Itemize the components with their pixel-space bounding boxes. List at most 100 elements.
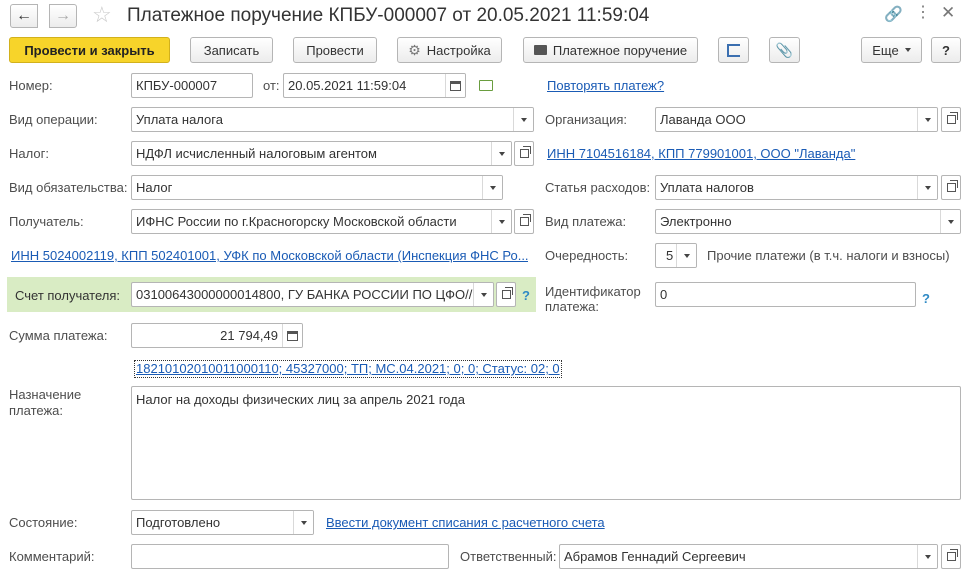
arrow-right-icon: →	[55, 7, 71, 24]
operation-field[interactable]: Уплата налога	[131, 107, 534, 132]
open-icon	[519, 146, 531, 158]
priority-label: Очередность:	[545, 248, 629, 263]
calculator-button[interactable]	[282, 324, 302, 347]
date-field[interactable]: 20.05.2021 11:59:04	[283, 73, 466, 98]
account-dropdown[interactable]	[473, 283, 493, 306]
write-button[interactable]: Записать	[190, 37, 273, 63]
priority-value: 5	[666, 248, 674, 263]
status-field[interactable]: Подготовлено	[131, 510, 314, 535]
responsible-label: Ответственный:	[460, 549, 557, 564]
status-dropdown[interactable]	[293, 511, 313, 534]
more-button[interactable]: Еще	[861, 37, 922, 63]
open-icon	[946, 549, 958, 561]
chevron-down-icon	[498, 219, 505, 224]
responsible-value: Абрамов Геннадий Сергеевич	[564, 549, 746, 564]
account-open-button[interactable]	[496, 282, 516, 307]
forward-button[interactable]: →	[49, 4, 77, 28]
priority-field[interactable]: 5	[655, 243, 697, 268]
window-title: Платежное поручение КПБУ-000007 от 20.05…	[127, 5, 650, 26]
obligation-dropdown[interactable]	[482, 176, 502, 199]
obligation-field[interactable]: Налог	[131, 175, 503, 200]
date-label: от:	[263, 78, 280, 93]
payment-type-dropdown[interactable]	[940, 210, 960, 233]
gear-icon: ⚙	[408, 41, 421, 58]
recipient-inn-link[interactable]: ИНН 5024002119, КПП 502401001, УФК по Мо…	[11, 248, 528, 264]
tax-dropdown[interactable]	[491, 142, 511, 165]
operation-dropdown[interactable]	[513, 108, 533, 131]
tax-value: НДФЛ исчисленный налоговым агентом	[136, 146, 377, 161]
expense-value: Уплата налогов	[660, 180, 754, 195]
arrow-left-icon: ←	[16, 7, 32, 24]
status-label: Состояние:	[9, 515, 78, 530]
status-icon[interactable]	[479, 80, 493, 91]
recipient-open-button[interactable]	[514, 209, 534, 234]
organization-value: Лаванда ООО	[660, 112, 746, 127]
create-writeoff-link[interactable]: Ввести документ списания с расчетного сч…	[326, 515, 605, 531]
responsible-open-button[interactable]	[941, 544, 961, 569]
obligation-value: Налог	[136, 180, 173, 195]
chevron-down-icon	[300, 520, 307, 525]
priority-dropdown[interactable]	[676, 244, 696, 267]
chevron-down-icon	[904, 48, 911, 52]
amount-label: Сумма платежа:	[9, 328, 108, 343]
star-icon[interactable]: ☆	[92, 2, 112, 28]
account-value: 03100643000000014800, ГУ БАНКА РОССИИ ПО…	[136, 287, 473, 302]
chevron-down-icon	[924, 185, 931, 190]
comment-field[interactable]	[131, 544, 449, 569]
help-button[interactable]: ?	[931, 37, 961, 63]
printer-icon	[533, 45, 547, 55]
comment-label: Комментарий:	[9, 549, 95, 564]
settings-button[interactable]: ⚙ Настройка	[397, 37, 502, 63]
post-button[interactable]: Провести	[293, 37, 377, 63]
account-help-icon[interactable]: ?	[522, 288, 530, 303]
payment-type-field[interactable]: Электронно	[655, 209, 961, 234]
organization-open-button[interactable]	[941, 107, 961, 132]
more-vertical-icon[interactable]: ⋮	[915, 3, 931, 23]
status-value: Подготовлено	[136, 515, 221, 530]
organization-dropdown[interactable]	[917, 108, 937, 131]
organization-field[interactable]: Лаванда ООО	[655, 107, 938, 132]
repeat-payment-link[interactable]: Повторять платеж?	[547, 78, 664, 94]
purpose-label: Назначение платежа:	[9, 387, 82, 418]
structure-button[interactable]	[718, 37, 749, 63]
chevron-down-icon	[924, 117, 931, 122]
print-button[interactable]: Платежное поручение	[523, 37, 698, 63]
recipient-label: Получатель:	[9, 214, 84, 229]
priority-description: Прочие платежи (в т.ч. налоги и взносы)	[707, 248, 950, 263]
open-icon	[501, 287, 513, 299]
tax-field[interactable]: НДФЛ исчисленный налоговым агентом	[131, 141, 512, 166]
payment-type-label: Вид платежа:	[545, 214, 627, 229]
tax-label: Налог:	[9, 146, 49, 161]
responsible-field[interactable]: Абрамов Геннадий Сергеевич	[559, 544, 938, 569]
chevron-down-icon	[480, 292, 487, 297]
expense-dropdown[interactable]	[917, 176, 937, 199]
calculator-icon	[287, 330, 298, 341]
chevron-down-icon	[683, 253, 690, 258]
payment-type-value: Электронно	[660, 214, 732, 229]
expense-open-button[interactable]	[941, 175, 961, 200]
link-icon[interactable]: 🔗	[884, 5, 903, 23]
open-icon	[946, 112, 958, 124]
org-inn-link[interactable]: ИНН 7104516184, КПП 779901001, ООО "Лава…	[547, 146, 855, 162]
purpose-textarea[interactable]: Налог на доходы физических лиц за апрель…	[131, 386, 961, 500]
account-field[interactable]: 03100643000000014800, ГУ БАНКА РОССИИ ПО…	[131, 282, 494, 307]
payment-id-field[interactable]: 0	[655, 282, 916, 307]
close-icon[interactable]: ✕	[941, 3, 955, 23]
calendar-button[interactable]	[445, 74, 465, 97]
open-icon	[946, 180, 958, 192]
expense-field[interactable]: Уплата налогов	[655, 175, 938, 200]
amount-field[interactable]: 21 794,49	[131, 323, 303, 348]
tax-open-button[interactable]	[514, 141, 534, 166]
responsible-dropdown[interactable]	[917, 545, 937, 568]
post-and-close-button[interactable]: Провести и закрыть	[9, 37, 170, 63]
recipient-field[interactable]: ИФНС России по г.Красногорску Московской…	[131, 209, 512, 234]
recipient-dropdown[interactable]	[491, 210, 511, 233]
account-label: Счет получателя:	[15, 288, 121, 303]
payment-id-help-icon[interactable]: ?	[922, 291, 930, 306]
number-field[interactable]: КПБУ-000007	[131, 73, 253, 98]
more-label: Еще	[872, 42, 899, 58]
budget-details-link[interactable]: 18210102010011000110; 45327000; ТП; МС.0…	[134, 360, 562, 378]
chevron-down-icon	[947, 219, 954, 224]
attach-button[interactable]: 📎	[769, 37, 800, 63]
back-button[interactable]: ←	[10, 4, 38, 28]
